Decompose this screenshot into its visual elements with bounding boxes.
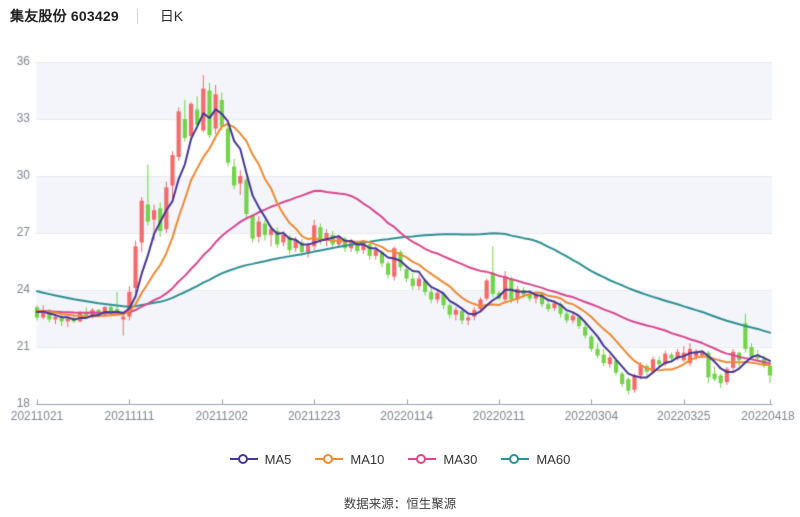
legend-item-ma10[interactable]: MA10 (315, 452, 384, 467)
legend-label-ma10: MA10 (350, 452, 384, 467)
ma60-marker-icon (501, 454, 529, 465)
legend-item-ma5[interactable]: MA5 (230, 452, 292, 467)
kline-chart-canvas[interactable] (0, 0, 800, 440)
legend-item-ma30[interactable]: MA30 (408, 452, 477, 467)
ma10-marker-icon (315, 454, 343, 465)
ma5-marker-icon (230, 454, 258, 465)
data-source: 数据来源：恒生聚源 (0, 493, 800, 512)
legend-label-ma30: MA30 (443, 452, 477, 467)
legend-item-ma60[interactable]: MA60 (501, 452, 570, 467)
legend: MA5 MA10 MA30 MA60 (0, 452, 800, 467)
legend-label-ma60: MA60 (536, 452, 570, 467)
legend-label-ma5: MA5 (265, 452, 292, 467)
ma30-marker-icon (408, 454, 436, 465)
